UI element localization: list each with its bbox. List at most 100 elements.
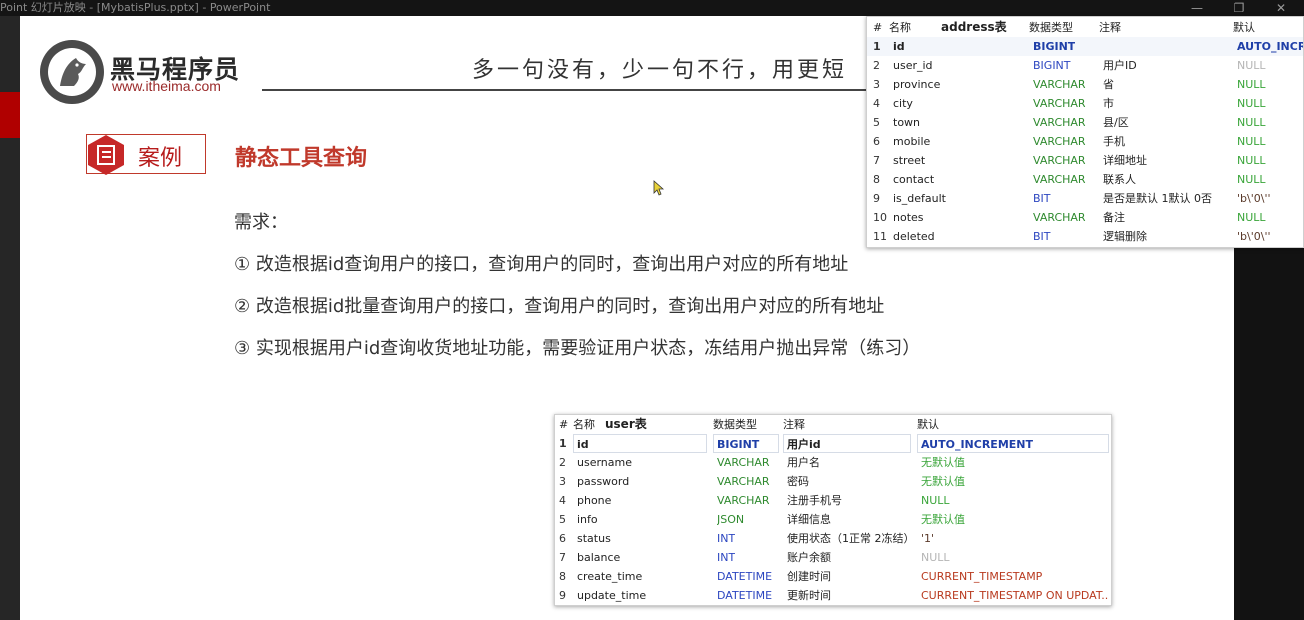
table-row[interactable]: 10 notes VARCHAR 备注 NULL <box>867 208 1303 227</box>
row-type: VARCHAR <box>1033 211 1086 224</box>
row-type: VARCHAR <box>717 475 770 488</box>
row-default: 无默认值 <box>921 456 965 469</box>
table-row[interactable]: 5 town VARCHAR 县/区 NULL <box>867 113 1303 132</box>
table-row[interactable]: 4 city VARCHAR 市 NULL <box>867 94 1303 113</box>
row-num: 9 <box>873 192 880 205</box>
row-comment: 手机 <box>1103 135 1125 148</box>
close-button[interactable]: ✕ <box>1266 0 1296 16</box>
row-num: 9 <box>559 589 566 602</box>
row-type: VARCHAR <box>1033 97 1086 110</box>
row-name: notes <box>893 211 924 224</box>
user-table: # 名称 user表 数据类型 注释 默认 1 id BIGINT 用户id A… <box>554 414 1112 606</box>
minimize-button[interactable]: — <box>1182 0 1212 16</box>
row-comment: 使用状态（1正常 2冻结） <box>787 532 915 545</box>
header-comment: 注释 <box>1099 21 1121 34</box>
row-default: AUTO_INCRE <box>1237 40 1303 53</box>
table-row[interactable]: 8 contact VARCHAR 联系人 NULL <box>867 170 1303 189</box>
row-name: city <box>893 97 913 110</box>
row-type: VARCHAR <box>1033 116 1086 129</box>
table-row[interactable]: 2 username VARCHAR 用户名 无默认值 <box>555 453 1111 472</box>
row-default: NULL <box>1237 211 1266 224</box>
row-comment: 密码 <box>787 475 809 488</box>
row-num: 7 <box>873 154 880 167</box>
row-type: INT <box>717 532 736 545</box>
row-name: contact <box>893 173 935 186</box>
table-row[interactable]: 3 password VARCHAR 密码 无默认值 <box>555 472 1111 491</box>
requirement-item-1: ① 改造根据id查询用户的接口，查询用户的同时，查询出用户对应的所有地址 <box>234 254 849 275</box>
table-row[interactable]: 1 id BIGINT AUTO_INCRE <box>867 37 1303 56</box>
requirement-item-3: ③ 实现根据用户id查询收货地址功能，需要验证用户状态，冻结用户抛出异常（练习） <box>234 338 921 359</box>
row-default: NULL <box>1237 154 1266 167</box>
header-default: 默认 <box>917 418 939 431</box>
row-default: NULL <box>1237 135 1266 148</box>
table-row[interactable]: 4 phone VARCHAR 注册手机号 NULL <box>555 491 1111 510</box>
row-default: 'b\'0\'' <box>1237 192 1271 205</box>
row-type: DATETIME <box>717 570 773 583</box>
row-type: VARCHAR <box>1033 154 1086 167</box>
row-default: CURRENT_TIMESTAMP <box>921 570 1043 583</box>
row-comment: 用户ID <box>1103 59 1137 72</box>
user-table-header: # 名称 user表 数据类型 注释 默认 <box>555 415 1111 434</box>
row-type: BIGINT <box>1033 59 1071 72</box>
table-row[interactable]: 11 deleted BIT 逻辑删除 'b\'0\'' <box>867 227 1303 246</box>
row-type: BIGINT <box>1033 40 1076 53</box>
row-comment: 详细地址 <box>1103 154 1147 167</box>
row-comment: 更新时间 <box>787 589 831 602</box>
row-num: 6 <box>873 135 880 148</box>
header-divider <box>262 89 902 91</box>
mouse-pointer-icon <box>653 180 665 196</box>
row-comment: 备注 <box>1103 211 1125 224</box>
row-default: NULL <box>1237 97 1266 110</box>
row-num: 8 <box>559 570 566 583</box>
row-name: mobile <box>893 135 931 148</box>
row-name: status <box>577 532 611 545</box>
horse-head-icon <box>60 58 86 86</box>
row-name: password <box>577 475 630 488</box>
table-row[interactable]: 9 is_default BIT 是否是默认 1默认 0否 'b\'0\'' <box>867 189 1303 208</box>
table-row[interactable]: 5 info JSON 详细信息 无默认值 <box>555 510 1111 529</box>
row-comment: 市 <box>1103 97 1114 110</box>
window-title: Point 幻灯片放映 - [MybatisPlus.pptx] - Power… <box>0 1 271 14</box>
row-num: 6 <box>559 532 566 545</box>
row-comment: 账户余额 <box>787 551 831 564</box>
row-name: username <box>577 456 632 469</box>
table-row[interactable]: 9 update_time DATETIME 更新时间 CURRENT_TIME… <box>555 586 1111 605</box>
row-comment: 创建时间 <box>787 570 831 583</box>
row-num: 4 <box>873 97 880 110</box>
horse-logo-icon <box>40 40 104 104</box>
row-default: 无默认值 <box>921 475 965 488</box>
row-comment: 联系人 <box>1103 173 1136 186</box>
row-num: 2 <box>873 59 880 72</box>
address-table: # 名称 address表 数据类型 注释 默认 1 id BIGINT AUT… <box>866 16 1304 248</box>
row-default: '1' <box>921 532 935 545</box>
row-num: 3 <box>873 78 880 91</box>
header-num: # <box>873 21 883 34</box>
left-edge-red-marker <box>0 92 20 138</box>
table-row[interactable]: 7 street VARCHAR 详细地址 NULL <box>867 151 1303 170</box>
row-num: 2 <box>559 456 566 469</box>
row-type: BIT <box>1033 192 1051 205</box>
table-row[interactable]: 1 id BIGINT 用户id AUTO_INCREMENT <box>555 434 1111 453</box>
row-name: phone <box>577 494 612 507</box>
table-row[interactable]: 6 mobile VARCHAR 手机 NULL <box>867 132 1303 151</box>
header-name: 名称 <box>889 21 911 34</box>
row-comment: 用户id <box>783 434 911 453</box>
header-comment: 注释 <box>783 418 805 431</box>
table-row[interactable]: 6 status INT 使用状态（1正常 2冻结） '1' <box>555 529 1111 548</box>
header-type: 数据类型 <box>1029 21 1073 34</box>
row-num: 4 <box>559 494 566 507</box>
row-comment: 省 <box>1103 78 1114 91</box>
row-num: 5 <box>559 513 566 526</box>
row-name: balance <box>577 551 621 564</box>
row-type: VARCHAR <box>1033 78 1086 91</box>
row-type: VARCHAR <box>1033 173 1086 186</box>
table-row[interactable]: 2 user_id BIGINT 用户ID NULL <box>867 56 1303 75</box>
table-row[interactable]: 7 balance INT 账户余额 NULL <box>555 548 1111 567</box>
header-name: 名称 <box>573 418 595 431</box>
row-default: NULL <box>1237 116 1266 129</box>
restore-button[interactable]: ❐ <box>1224 0 1254 16</box>
table-row[interactable]: 3 province VARCHAR 省 NULL <box>867 75 1303 94</box>
table-row[interactable]: 8 create_time DATETIME 创建时间 CURRENT_TIME… <box>555 567 1111 586</box>
row-comment: 注册手机号 <box>787 494 842 507</box>
row-name: town <box>893 116 921 129</box>
